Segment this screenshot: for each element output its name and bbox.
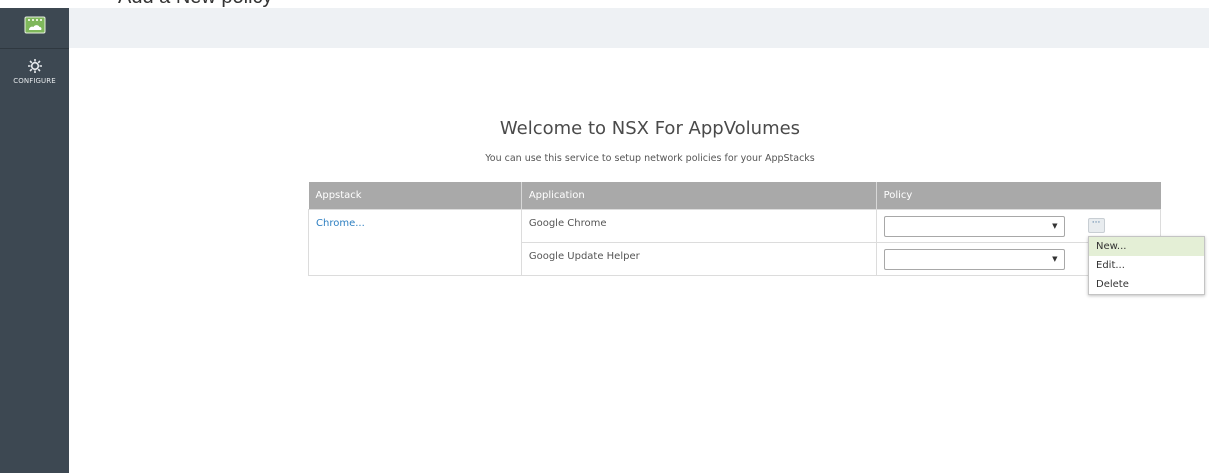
appstack-link[interactable]: Chrome... [316, 210, 514, 229]
window-title-text: Add a New policy [118, 0, 273, 8]
application-name: Google Update Helper [528, 251, 640, 262]
main-content: Welcome to NSX For AppVolumes You can us… [69, 48, 1209, 473]
policy-select[interactable]: ▼ [883, 216, 1065, 237]
page-subtitle: You can use this service to setup networ… [485, 153, 815, 164]
menu-item-new[interactable]: New... [1089, 237, 1204, 256]
column-header-appstack: Appstack [308, 182, 522, 210]
application-cell: Google Chrome [520, 209, 877, 243]
app-logo [0, 8, 69, 49]
dropdown-arrow-icon: ▼ [1052, 255, 1058, 263]
dropdown-arrow-icon: ▼ [1052, 222, 1058, 230]
menu-item-edit[interactable]: Edit... [1089, 256, 1204, 275]
application-cell: Google Update Helper [520, 242, 877, 276]
nav-item-configure-label: CONFIGURE [13, 77, 56, 85]
page-title: Welcome to NSX For AppVolumes [499, 118, 801, 139]
table-row: Chrome... Google Chrome ▼ ··· [308, 209, 1162, 276]
column-header-policy: Policy [876, 182, 1161, 210]
header-band [69, 8, 1209, 48]
policy-context-menu: New... Edit... Delete [1088, 236, 1205, 295]
application-name: Google Chrome [528, 218, 607, 229]
gear-icon [27, 59, 42, 73]
column-header-application: Application [521, 182, 877, 210]
window-title-strip: Add a New policy [0, 0, 1209, 8]
sidebar: CONFIGURE [0, 8, 69, 473]
appstack-cell: Chrome... [308, 209, 522, 276]
more-actions-button[interactable]: ··· [1087, 218, 1105, 233]
policy-select[interactable]: ▼ [883, 249, 1065, 270]
table-header-row: Appstack Application Policy [308, 182, 1161, 210]
nav-item-configure[interactable]: CONFIGURE [0, 58, 69, 102]
cloud-monitor-icon [24, 16, 46, 34]
policy-table: Appstack Application Policy Chrome... Go… [308, 182, 1162, 276]
menu-item-delete[interactable]: Delete [1089, 275, 1204, 294]
